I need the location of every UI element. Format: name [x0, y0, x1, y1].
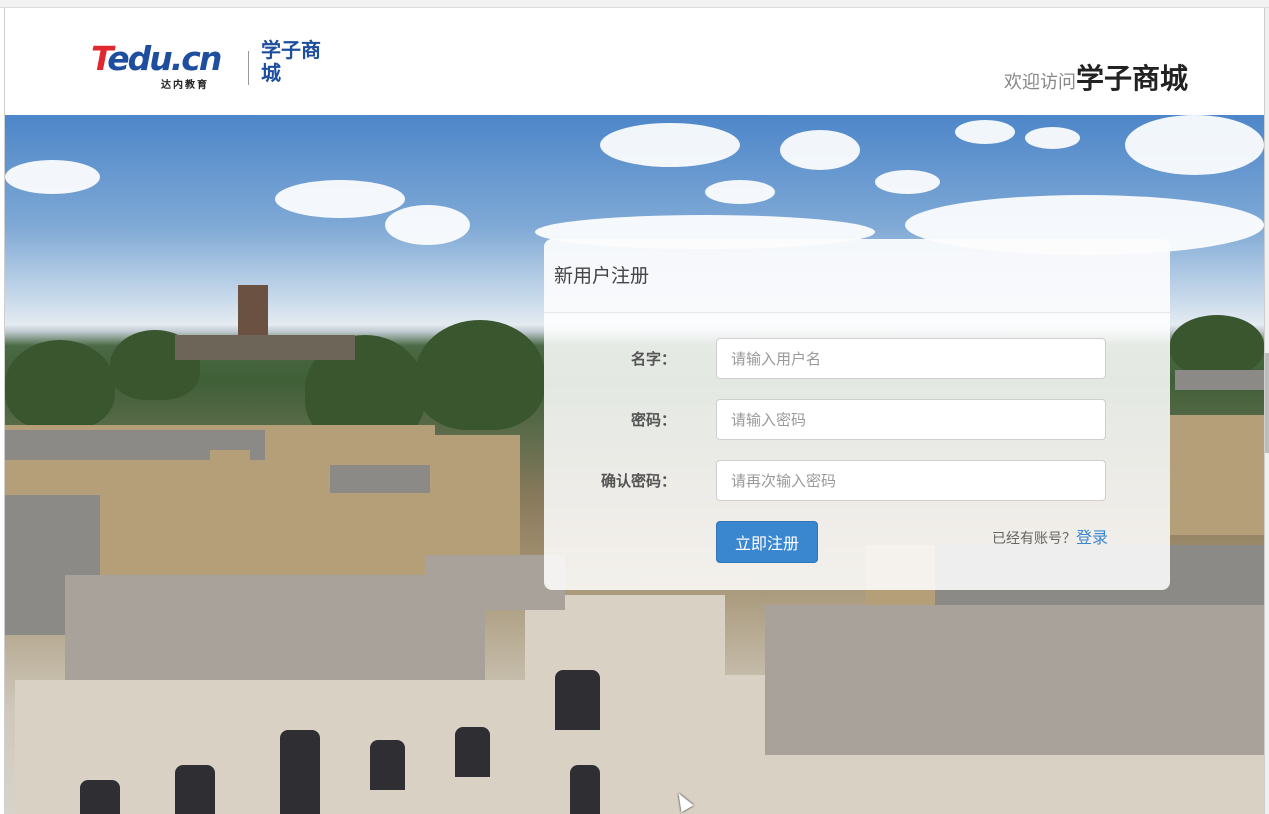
tree-shape — [415, 320, 545, 430]
password-input[interactable] — [716, 399, 1106, 440]
cloud-shape — [5, 160, 100, 194]
window-shape — [555, 670, 600, 730]
roof-shape — [65, 575, 485, 680]
login-link[interactable]: 登录 — [1076, 528, 1108, 547]
cloud-shape — [955, 120, 1015, 144]
login-hint-text: 已经有账号？ — [991, 531, 1076, 547]
cloud-shape — [1125, 115, 1264, 175]
confirm-password-input[interactable] — [716, 460, 1106, 501]
welcome-site-name: 学子商城 — [1075, 62, 1188, 95]
welcome-prefix: 欢迎访问 — [1003, 72, 1076, 93]
building-shape — [175, 335, 355, 360]
window-shape — [80, 780, 120, 814]
cloud-shape — [705, 180, 775, 204]
username-label: 名字： — [630, 350, 676, 368]
window-shape — [280, 730, 320, 814]
logo-brand-sub: 达内教育 — [161, 80, 209, 91]
site-logo[interactable]: Tedu.cn 达内教育 学子商城 — [91, 39, 331, 99]
confirm-password-label: 确认密码： — [600, 472, 676, 490]
cloud-shape — [875, 170, 940, 194]
password-label: 密码： — [630, 411, 676, 429]
vertical-scrollbar[interactable] — [1265, 8, 1269, 814]
register-panel-header: 新用户注册 — [544, 239, 1170, 313]
tree-shape — [1170, 315, 1264, 375]
cloud-shape — [780, 130, 860, 170]
building-shape — [210, 450, 250, 590]
window-shape — [455, 727, 490, 777]
register-button[interactable]: 立即注册 — [716, 521, 818, 563]
building-shape — [1170, 415, 1264, 535]
password-row: 密码： — [544, 399, 1170, 441]
cloud-shape — [275, 180, 405, 218]
logo-brand-text: Tedu.cn — [91, 39, 222, 78]
logo-divider — [248, 51, 249, 85]
roof-shape — [1175, 370, 1264, 390]
building-shape — [295, 450, 330, 590]
tree-shape — [5, 340, 115, 430]
cloud-shape — [385, 205, 470, 245]
welcome-message: 欢迎访问学子商城 — [1004, 57, 1188, 97]
roof-shape — [765, 605, 1264, 755]
logo-mall-text: 学子商城 — [261, 38, 321, 85]
roof-shape — [325, 465, 435, 493]
window-shape — [370, 740, 405, 790]
register-panel: 新用户注册 名字： 密码： 确认密码： 立即注册 已经有账号？登录 — [544, 239, 1170, 590]
scrollbar-thumb[interactable] — [1265, 353, 1269, 453]
cloud-shape — [600, 123, 740, 167]
window-shape — [175, 765, 215, 814]
window-shape — [570, 765, 600, 814]
cloud-shape — [1025, 127, 1080, 149]
window-top-edge — [0, 0, 1269, 8]
confirm-password-row: 确认密码： — [544, 460, 1170, 502]
username-input[interactable] — [716, 338, 1106, 379]
register-title: 新用户注册 — [554, 265, 650, 287]
username-row: 名字： — [544, 338, 1170, 380]
login-hint: 已经有账号？登录 — [992, 524, 1108, 548]
site-header: Tedu.cn 达内教育 学子商城 欢迎访问学子商城 — [5, 9, 1264, 115]
